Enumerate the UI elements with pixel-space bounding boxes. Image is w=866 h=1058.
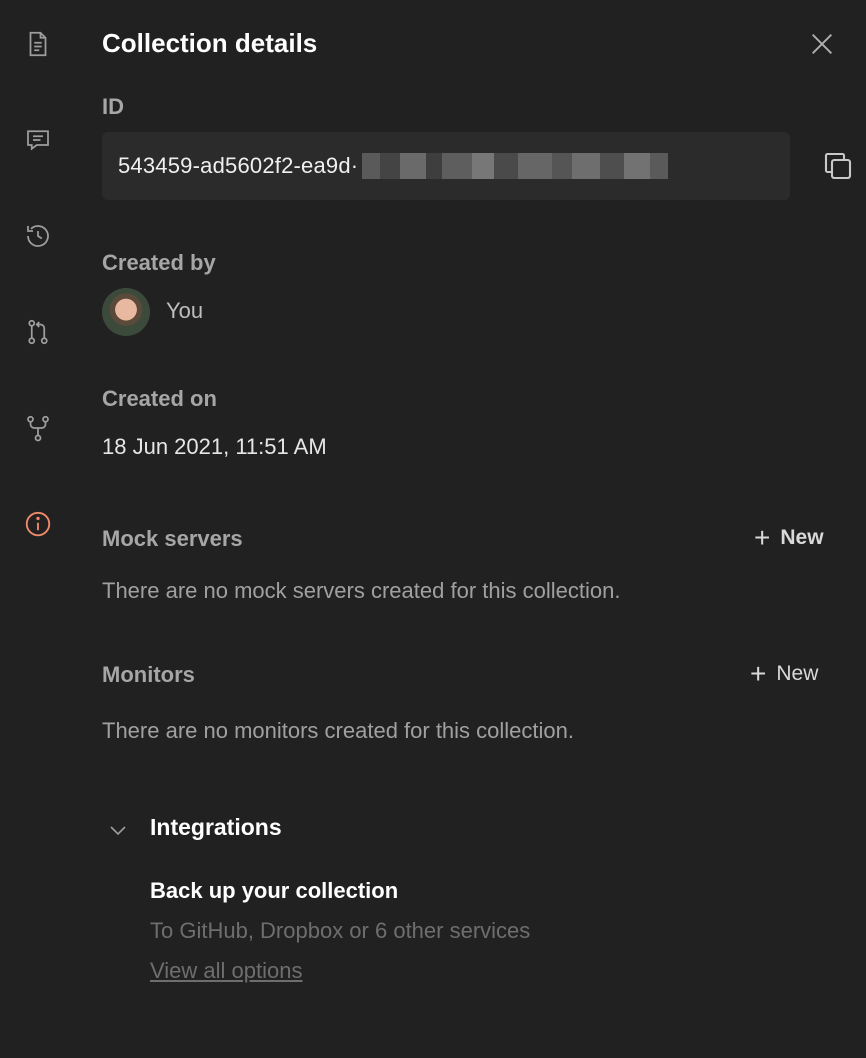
new-mock-server-label: New — [780, 526, 824, 549]
comment-icon[interactable] — [18, 120, 58, 160]
panel-title: Collection details — [102, 28, 318, 58]
info-icon[interactable] — [18, 504, 58, 544]
sidebar-rail — [0, 0, 76, 1058]
id-redacted — [362, 151, 669, 181]
new-monitor-button[interactable]: + New — [750, 660, 818, 688]
backup-subtitle: To GitHub, Dropbox or 6 other services — [150, 918, 531, 943]
integrations-toggle[interactable]: Integrations — [150, 814, 282, 841]
id-field[interactable]: 543459-ad5602f2-ea9d· — [102, 132, 790, 200]
id-value: 543459-ad5602f2-ea9d· — [118, 153, 359, 178]
chevron-down-icon[interactable] — [106, 818, 130, 842]
created-on-value: 18 Jun 2021, 11:51 AM — [102, 434, 327, 459]
collection-details-panel: Collection details ID 543459-ad5602f2-ea… — [102, 0, 866, 1058]
backup-title: Back up your collection — [150, 878, 399, 903]
close-icon[interactable] — [808, 30, 836, 58]
new-monitor-label: New — [776, 662, 819, 685]
created-on-label: Created on — [102, 386, 217, 411]
mock-servers-label: Mock servers — [102, 526, 243, 551]
created-by-label: Created by — [102, 250, 216, 275]
plus-icon: + — [750, 658, 767, 689]
document-icon[interactable] — [18, 24, 58, 64]
created-by-value: You — [166, 298, 204, 323]
copy-icon[interactable] — [820, 148, 856, 184]
new-mock-server-button[interactable]: + New — [754, 524, 824, 552]
monitors-empty-text: There are no monitors created for this c… — [102, 718, 575, 743]
fork-icon[interactable] — [18, 408, 58, 448]
plus-icon: + — [754, 522, 771, 553]
avatar — [102, 288, 150, 336]
id-label: ID — [102, 94, 124, 119]
pull-request-icon[interactable] — [18, 312, 58, 352]
mock-servers-empty-text: There are no mock servers created for th… — [102, 578, 621, 603]
history-icon[interactable] — [18, 216, 58, 256]
view-all-options-link[interactable]: View all options — [150, 958, 302, 984]
monitors-label: Monitors — [102, 662, 195, 687]
